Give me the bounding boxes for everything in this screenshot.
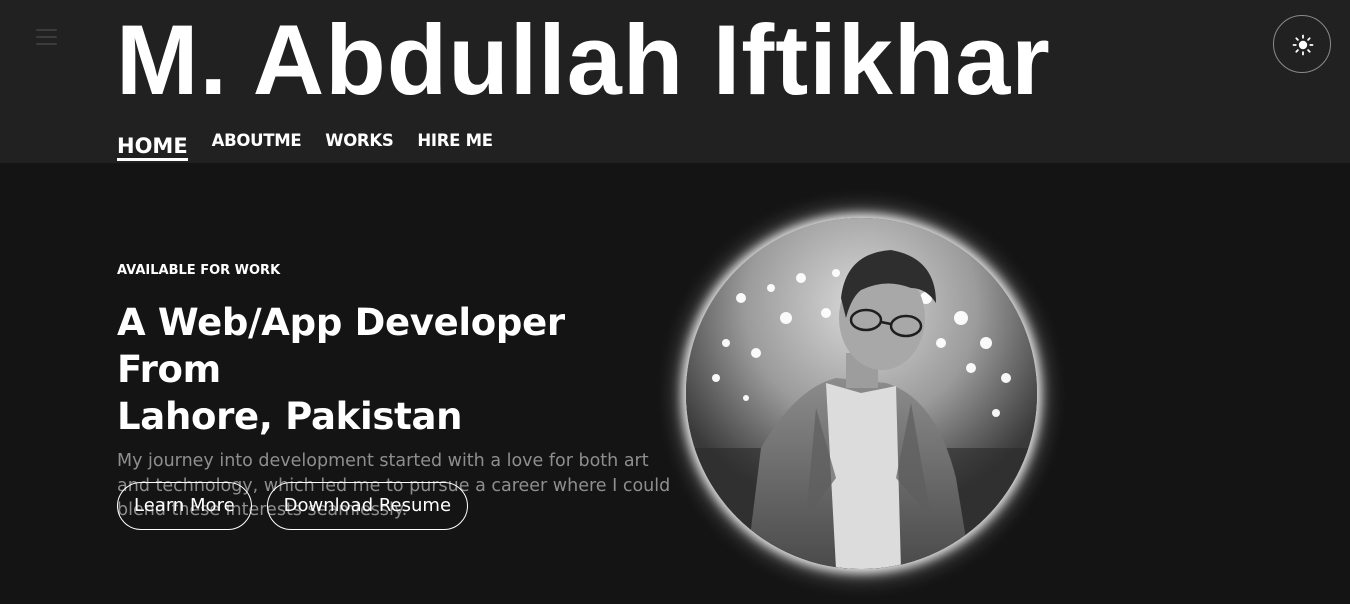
availability-label: AVAILABLE FOR WORK (117, 263, 281, 278)
nav-item-home[interactable]: HOME (117, 128, 188, 161)
menu-line (36, 29, 57, 31)
main-nav: HOME ABOUTME WORKS HIRE ME (117, 128, 517, 164)
headline-line-1: A Web/App Developer From (117, 301, 565, 391)
nav-item-hire-me[interactable]: HIRE ME (417, 128, 493, 164)
menu-line (36, 36, 57, 38)
nav-item-aboutme[interactable]: ABOUTME (212, 128, 302, 164)
hero-headline: A Web/App Developer From Lahore, Pakista… (117, 299, 677, 440)
sun-icon (1292, 34, 1314, 56)
theme-toggle-button[interactable] (1273, 15, 1331, 73)
download-resume-button[interactable]: Download Resume (266, 482, 469, 530)
site-title: M. Abdullah Iftikhar (116, 4, 1051, 115)
site-header: M. Abdullah Iftikhar HOME ABOUTME WORKS … (0, 0, 1350, 163)
profile-photo-illustration (686, 218, 1037, 569)
hamburger-menu-icon[interactable] (34, 26, 60, 48)
nav-item-works[interactable]: WORKS (325, 128, 393, 164)
learn-more-button[interactable]: Learn More (117, 482, 252, 530)
profile-photo (686, 218, 1037, 569)
hero-buttons: Learn More Download Resume (117, 482, 469, 530)
headline-line-2: Lahore, Pakistan (117, 395, 463, 438)
menu-line (36, 43, 57, 45)
